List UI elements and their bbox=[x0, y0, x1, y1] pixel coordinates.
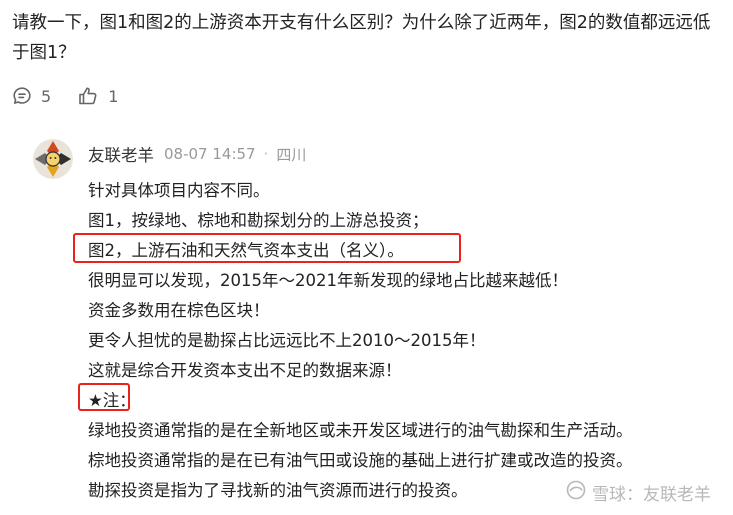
watermark: 雪球：友联老羊 bbox=[566, 480, 711, 505]
highlight-box-figure2 bbox=[73, 233, 461, 263]
reply-line: 很明显可以发现，2015年～2021年新发现的绿地占比越来越低！ bbox=[88, 271, 568, 290]
like-button[interactable]: 1 bbox=[77, 85, 118, 107]
reply-line: 图1，按绿地、棕地和勘探划分的上游总投资； bbox=[88, 211, 429, 230]
reply-line: 针对具体项目内容不同。 bbox=[88, 181, 270, 200]
reply-line: 更令人担忧的是勘探占比远远比不上2010～2015年！ bbox=[88, 331, 486, 350]
reply-time: 08-07 14:57 bbox=[164, 145, 256, 163]
comment-button[interactable]: 5 bbox=[12, 86, 51, 106]
avatar[interactable] bbox=[33, 139, 73, 179]
reply-line: 这就是综合开发资本支出不足的数据来源！ bbox=[88, 361, 402, 380]
reply-line: 绿地投资通常指的是在全新地区或未开发区域进行的油气勘探和生产活动。 bbox=[88, 421, 633, 440]
snowball-logo-icon bbox=[566, 480, 586, 505]
reply-location: 四川 bbox=[276, 145, 307, 164]
reply-author[interactable]: 友联老羊 bbox=[88, 142, 154, 166]
reply-line: 棕地投资通常指的是在已有油气田或设施的基础上进行扩建或改造的投资。 bbox=[88, 451, 633, 470]
reply-line: 资金多数用在棕色区块！ bbox=[88, 301, 270, 320]
meta-separator: · bbox=[263, 145, 269, 163]
avatar-image bbox=[33, 139, 73, 179]
post-actions: 5 1 bbox=[12, 84, 118, 108]
reply-meta: 友联老羊 08-07 14:57 · 四川 bbox=[88, 142, 306, 166]
comment-icon bbox=[12, 86, 32, 106]
comment-count: 5 bbox=[41, 86, 52, 106]
reply-body: 针对具体项目内容不同。 图1，按绿地、棕地和勘探划分的上游总投资； 图2，上游石… bbox=[88, 176, 718, 506]
highlight-box-note bbox=[78, 383, 130, 411]
question-text: 请教一下，图1和图2的上游资本开支有什么区别？为什么除了近两年，图2的数值都远远… bbox=[12, 13, 711, 63]
thumbs-up-icon bbox=[77, 85, 99, 107]
watermark-text: 雪球：友联老羊 bbox=[592, 485, 711, 505]
like-count: 1 bbox=[108, 86, 119, 106]
reply-line: ★注： bbox=[88, 391, 136, 410]
